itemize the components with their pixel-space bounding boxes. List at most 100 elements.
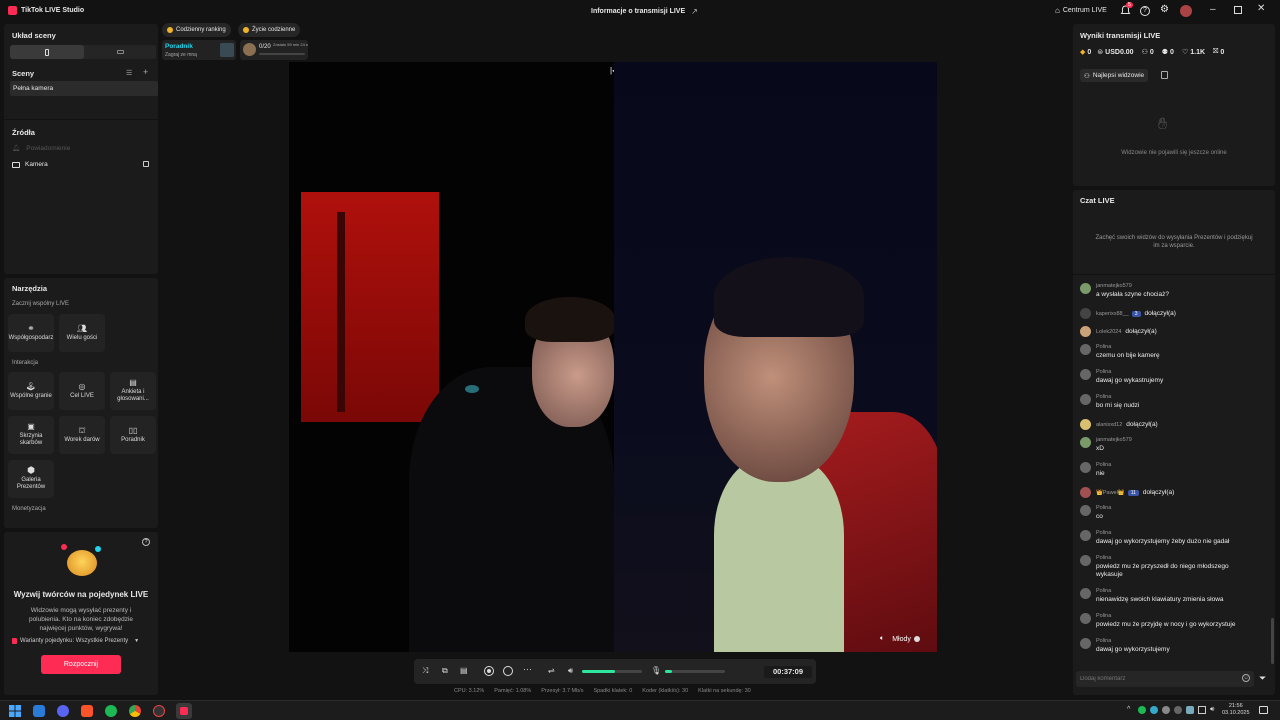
portrait-layout-button[interactable] — [10, 45, 84, 59]
video-preview[interactable]: |◂▸| 🔈︎ Młody — [289, 62, 937, 652]
poll-button[interactable]: ▤ Ankieta i głosowani... — [110, 372, 156, 410]
cohost-button[interactable]: ⚭ Współgospodarz — [8, 314, 54, 352]
chat-username[interactable]: janmatejko579 — [1096, 283, 1132, 289]
mixer-icon[interactable]: ⇌ — [548, 666, 555, 675]
chat-avatar[interactable] — [1080, 505, 1091, 516]
gift-bag-button[interactable]: ⛫ Worek darów — [59, 416, 105, 454]
screen-icon[interactable]: ▤ — [460, 666, 468, 675]
record-icon[interactable] — [484, 666, 494, 676]
avatar[interactable] — [1180, 5, 1192, 17]
mic-slider[interactable] — [665, 670, 725, 673]
lock-icon[interactable] — [143, 161, 149, 167]
chat-avatar[interactable] — [1080, 555, 1091, 566]
filter-icon[interactable]: ⏷ — [1259, 673, 1266, 684]
maximize-icon[interactable] — [1234, 6, 1242, 14]
chat-username[interactable]: Polina — [1096, 530, 1111, 536]
scene-item-full-camera[interactable]: Pełna kamera — [10, 81, 158, 96]
chat-avatar[interactable] — [1080, 487, 1091, 498]
replay-icon[interactable] — [503, 666, 513, 676]
layers-icon[interactable]: ⧉ — [442, 666, 448, 676]
guide-widget[interactable]: Poradnik Zagraj ze mną — [162, 40, 236, 60]
help-icon[interactable]: ? — [1140, 6, 1150, 16]
help-icon[interactable]: ? — [142, 538, 150, 546]
speaker-tray-icon[interactable]: 🔊︎ — [1210, 706, 1214, 714]
gift-gallery-button[interactable]: ⬢ Galeria Prezentów — [8, 460, 54, 498]
settings-gear-icon[interactable]: ⚙ — [1160, 4, 1169, 15]
chat-avatar[interactable] — [1080, 638, 1091, 649]
co-play-button[interactable]: 🕹︎ Wspólne granie — [8, 372, 54, 410]
comment-input-box[interactable]: ☺ — [1076, 671, 1254, 687]
chat-avatar[interactable] — [1080, 369, 1091, 380]
tray-app-icon[interactable] — [1138, 706, 1146, 714]
chat-avatar[interactable] — [1080, 419, 1091, 430]
network-icon[interactable] — [1198, 706, 1206, 714]
goal-progress-widget[interactable]: 0/20 Zostało 59 min 24 s — [240, 40, 308, 60]
chat-username[interactable]: Polina — [1096, 555, 1111, 561]
chat-avatar[interactable] — [1080, 394, 1091, 405]
windows-start-icon[interactable] — [9, 705, 21, 717]
chat-username[interactable]: janmatejko579 — [1096, 437, 1132, 443]
microphone-icon[interactable]: 🎙︎ — [651, 666, 661, 675]
stream-info-title[interactable]: Informacje o transmisji LIVE — [591, 8, 685, 15]
chat-username[interactable]: 👑Paweł👑 — [1096, 490, 1125, 496]
list-icon[interactable]: ☰ — [126, 69, 132, 77]
chat-username[interactable]: Polina — [1096, 505, 1111, 511]
minimize-icon[interactable]: – — [1210, 4, 1216, 15]
chat-avatar[interactable] — [1080, 613, 1091, 624]
spotify-icon[interactable] — [105, 705, 117, 717]
landscape-layout-button[interactable] — [84, 45, 156, 59]
top-viewers-tab[interactable]: ⚇ Najlepsi widzowie — [1080, 69, 1149, 82]
chat-username[interactable]: Polina — [1096, 394, 1111, 400]
chat-avatar[interactable] — [1080, 462, 1091, 473]
tray-app-icon[interactable] — [1174, 706, 1182, 714]
chat-username[interactable]: Polina — [1096, 462, 1111, 468]
more-icon[interactable]: ··· — [523, 664, 532, 674]
chat-username[interactable]: Lolek2024 — [1096, 329, 1121, 335]
chrome-icon[interactable] — [129, 705, 141, 717]
tray-chevron-icon[interactable]: ^ — [1127, 706, 1130, 713]
start-battle-button[interactable]: Rozpocznij — [41, 655, 121, 674]
chat-avatar[interactable] — [1080, 437, 1091, 448]
app-taskbar-icon[interactable] — [33, 705, 45, 717]
notification-center-icon[interactable] — [1259, 706, 1268, 714]
tiktok-live-taskbar-icon[interactable] — [176, 703, 192, 719]
chat-username[interactable]: kaperixx88__ — [1096, 311, 1129, 317]
live-goal-button[interactable]: ◎ Cel LIVE — [59, 372, 105, 410]
volume-icon[interactable]: 🔊︎ — [568, 666, 573, 676]
chat-username[interactable]: Polina — [1096, 344, 1111, 350]
source-camera[interactable]: Kamera — [12, 161, 48, 168]
battle-variants-select[interactable]: Warianty pojedynku: Wszystkie Prezenty ▼ — [12, 638, 152, 644]
chat-username[interactable]: alanixxd12 — [1096, 422, 1122, 428]
chat-avatar[interactable] — [1080, 588, 1091, 599]
tray-app-icon[interactable] — [1162, 706, 1170, 714]
guide-button[interactable]: ▯▯ Poradnik — [110, 416, 156, 454]
treasure-chest-button[interactable]: ▣ Skrzynia skarbów — [8, 416, 54, 454]
volume-slider[interactable] — [582, 670, 642, 673]
centrum-live-button[interactable]: Centrum LIVE — [1063, 7, 1107, 14]
chat-username[interactable]: Polina — [1096, 638, 1111, 644]
guest-label[interactable]: 🔈︎ Młody — [880, 635, 920, 643]
comment-input[interactable] — [1080, 674, 1230, 684]
emoji-icon[interactable]: ☺ — [1242, 674, 1250, 682]
chat-username[interactable]: Polina — [1096, 369, 1111, 375]
multi-guest-button[interactable]: 👥︎ Wielu gości — [59, 314, 105, 352]
chat-username[interactable]: Polina — [1096, 588, 1111, 594]
brave-icon[interactable] — [81, 705, 93, 717]
chat-avatar[interactable] — [1080, 530, 1091, 541]
chat-username[interactable]: Polina — [1096, 613, 1111, 619]
transition-icon[interactable]: ⤨ — [422, 666, 428, 676]
tray-app-icon[interactable] — [1150, 706, 1158, 714]
close-icon[interactable]: ✕ — [1257, 3, 1265, 14]
bell-icon[interactable]: 5 — [1120, 2, 1133, 16]
daily-ranking-chip[interactable]: Codzienny ranking — [162, 23, 231, 37]
chat-avatar[interactable] — [1080, 326, 1091, 337]
chat-avatar[interactable] — [1080, 308, 1091, 319]
chat-avatar[interactable] — [1080, 344, 1091, 355]
source-notification[interactable]: 🔔︎ Powiadomienie — [12, 144, 70, 153]
daily-life-chip[interactable]: Życie codzienne — [238, 23, 301, 37]
list-icon[interactable] — [1161, 71, 1168, 79]
tray-app-icon[interactable] — [1186, 706, 1194, 714]
chat-avatar[interactable] — [1080, 283, 1091, 294]
clock[interactable]: 21:56 03.10.2025 — [1222, 703, 1250, 717]
share-icon[interactable]: ↗ — [691, 7, 698, 16]
